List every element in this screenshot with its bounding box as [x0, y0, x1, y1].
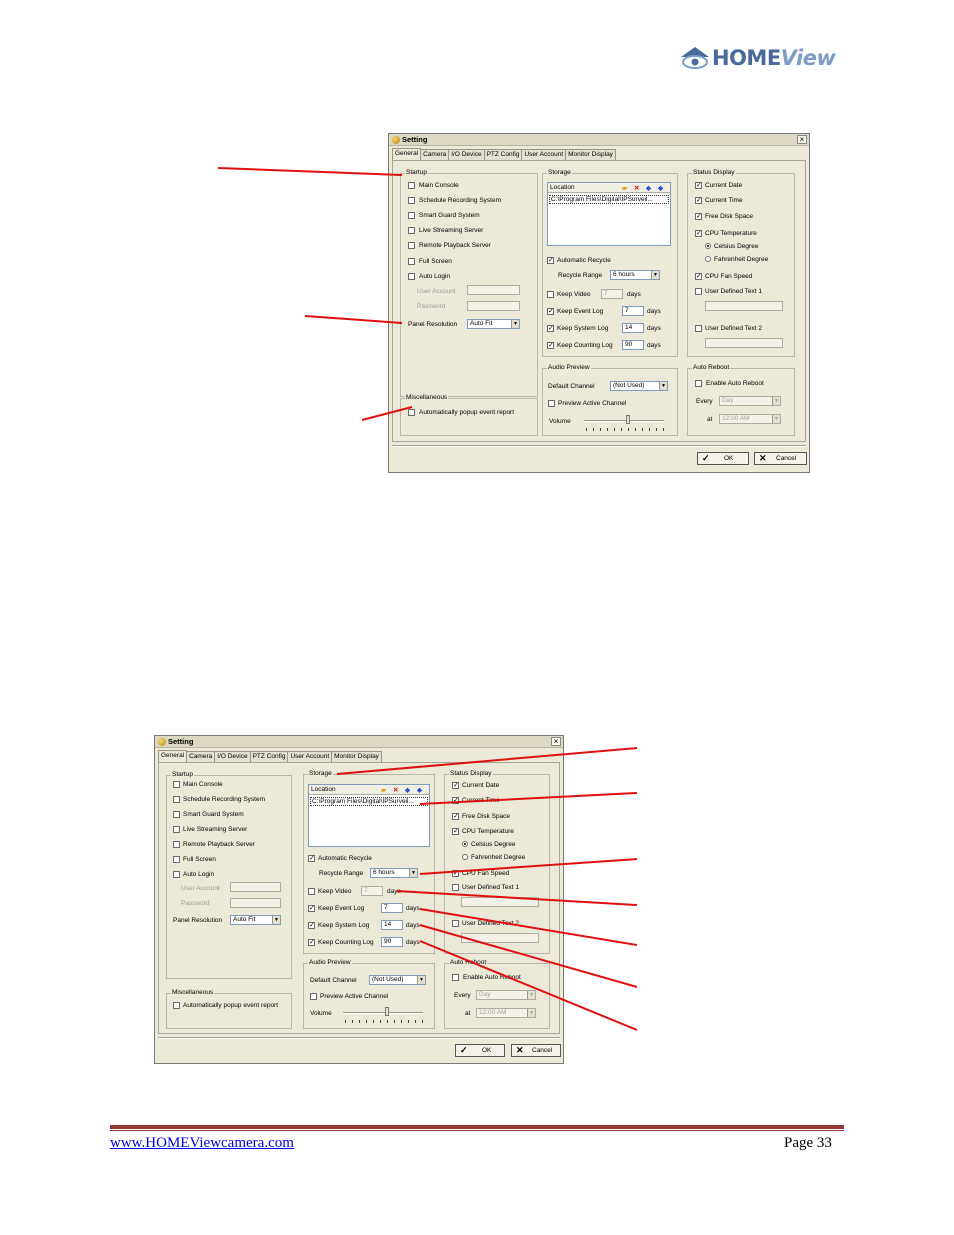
keep-video-callout-line — [396, 890, 638, 906]
startup-callout-line — [217, 167, 403, 176]
keep-event-callout-line — [419, 908, 638, 946]
footer-rule — [110, 1125, 844, 1129]
page-number: Page 33 — [784, 1135, 832, 1151]
annotation-arrows — [217, 167, 638, 1031]
keep-system-callout-line — [419, 924, 638, 988]
recycle-range-callout-line — [419, 858, 638, 875]
panel-resolution-callout-line — [304, 315, 403, 324]
website-link[interactable]: www.HOMEViewcamera.com — [110, 1135, 294, 1152]
location-callout-line — [419, 792, 638, 805]
misc-callout-line — [361, 406, 413, 421]
footer-rule-thin — [110, 1130, 844, 1131]
keep-counting-callout-line — [419, 940, 638, 1031]
storage-callout-line — [336, 747, 638, 775]
